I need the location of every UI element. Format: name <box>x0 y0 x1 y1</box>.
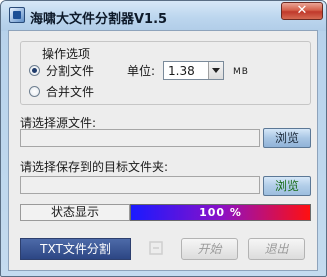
target-browse-button[interactable]: 浏览 <box>263 176 311 196</box>
unit-label: 单位: <box>127 64 156 78</box>
size-value: 1.38 <box>168 64 195 78</box>
app-window: 海啸大文件分割器V1.5 ✕ 操作选项 分割文件 合并文件 单位: 1.38 M… <box>0 0 327 277</box>
split-file-label: 分割文件 <box>46 64 95 78</box>
target-folder-label: 请选择保存到的目标文件夹: <box>20 160 169 174</box>
merge-file-radio[interactable]: 合并文件 <box>29 83 94 100</box>
close-icon: ✕ <box>296 3 308 18</box>
merge-file-label: 合并文件 <box>46 85 95 99</box>
progress-text: 100 % <box>199 206 242 219</box>
dropdown-button[interactable] <box>208 62 223 79</box>
source-browse-button[interactable]: 浏览 <box>263 128 311 148</box>
target-folder-field[interactable] <box>20 176 260 194</box>
radio-checked-icon <box>29 65 40 76</box>
radio-unchecked-icon <box>29 86 40 97</box>
window-title: 海啸大文件分割器V1.5 <box>30 12 168 27</box>
txt-split-button[interactable]: TXT文件分割 <box>20 238 131 260</box>
split-file-radio[interactable]: 分割文件 <box>29 62 94 79</box>
app-icon <box>9 7 25 23</box>
size-unit: MB <box>233 67 249 77</box>
progress-bar: 100 % <box>130 204 311 221</box>
ghost-icon <box>149 241 163 255</box>
title-bar[interactable]: 海啸大文件分割器V1.5 ✕ <box>1 1 326 31</box>
size-select[interactable]: 1.38 <box>163 61 224 80</box>
source-file-field[interactable] <box>20 129 260 147</box>
chevron-down-icon <box>212 68 220 73</box>
close-button[interactable]: ✕ <box>281 2 323 20</box>
client-area: 操作选项 分割文件 合并文件 单位: 1.38 MB 请选择源文件: 浏览 请选… <box>8 30 318 271</box>
options-group-title: 操作选项 <box>39 45 94 62</box>
status-label: 状态显示 <box>20 204 130 221</box>
start-button[interactable]: 开始 <box>181 238 238 260</box>
exit-button[interactable]: 退出 <box>248 238 305 260</box>
